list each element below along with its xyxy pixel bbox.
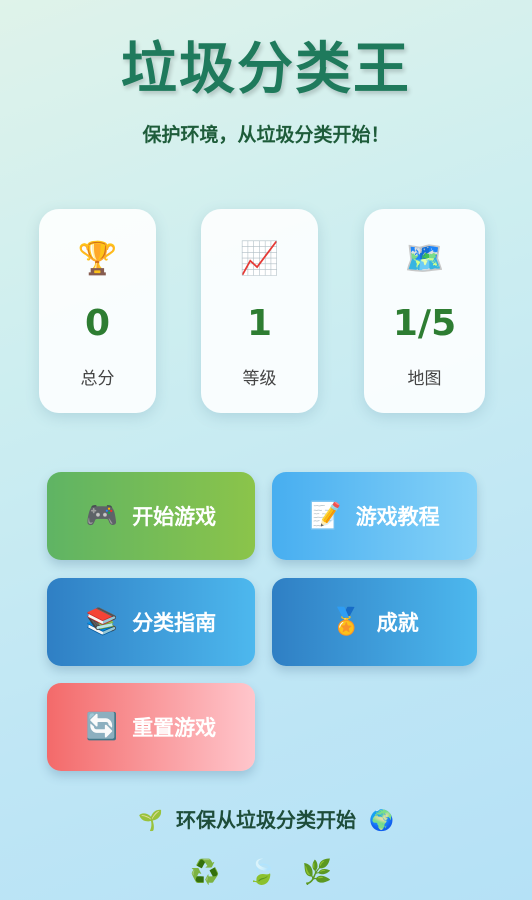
stat-card-level: 📈 1 等级 bbox=[201, 209, 318, 413]
herb-icon: 🌿 bbox=[302, 858, 332, 886]
level-value: 1 bbox=[246, 303, 273, 344]
footer-text: 环保从垃圾分类开始 bbox=[176, 808, 356, 832]
map-label: 地图 bbox=[407, 369, 442, 389]
score-label: 总分 bbox=[80, 369, 115, 389]
reset-game-label: 重置游戏 bbox=[132, 716, 217, 740]
score-value: 0 bbox=[84, 303, 111, 344]
footer-slogan: 🌱 环保从垃圾分类开始 🌍 bbox=[0, 804, 532, 833]
globe-icon: 🌍 bbox=[368, 808, 394, 832]
chart-increasing-icon: 📈 bbox=[239, 239, 280, 277]
level-label: 等级 bbox=[242, 369, 277, 389]
reset-game-button[interactable]: 🔄 重置游戏 bbox=[47, 683, 255, 771]
tutorial-button[interactable]: 📝 游戏教程 bbox=[272, 472, 477, 560]
stat-card-score: 🏆 0 总分 bbox=[39, 209, 156, 413]
refresh-icon: 🔄 bbox=[85, 712, 119, 742]
leaf-icon: 🍃 bbox=[247, 858, 277, 886]
game-subtitle: 保护环境，从垃圾分类开始！ bbox=[142, 124, 390, 146]
trophy-icon: 🏆 bbox=[77, 239, 118, 277]
sorting-guide-button[interactable]: 📚 分类指南 bbox=[47, 578, 255, 666]
map-value: 1/5 bbox=[392, 303, 457, 344]
start-game-label: 开始游戏 bbox=[132, 505, 217, 529]
game-controller-icon: 🎮 bbox=[85, 501, 119, 531]
medal-icon: 🏅 bbox=[330, 607, 363, 637]
game-title: 垃圾分类王 bbox=[121, 37, 411, 102]
seedling-icon: 🌱 bbox=[138, 808, 164, 832]
memo-icon: 📝 bbox=[309, 501, 342, 531]
tutorial-label: 游戏教程 bbox=[355, 505, 440, 529]
recycle-icon: ♻️ bbox=[190, 858, 220, 886]
stat-card-map: 🗺️ 1/5 地图 bbox=[364, 209, 485, 413]
books-icon: 📚 bbox=[85, 607, 119, 637]
start-game-button[interactable]: 🎮 开始游戏 bbox=[47, 472, 255, 560]
world-map-icon: 🗺️ bbox=[404, 239, 445, 277]
achievements-button[interactable]: 🏅 成就 bbox=[272, 578, 477, 666]
sorting-guide-label: 分类指南 bbox=[132, 611, 217, 635]
achievements-label: 成就 bbox=[376, 611, 419, 635]
